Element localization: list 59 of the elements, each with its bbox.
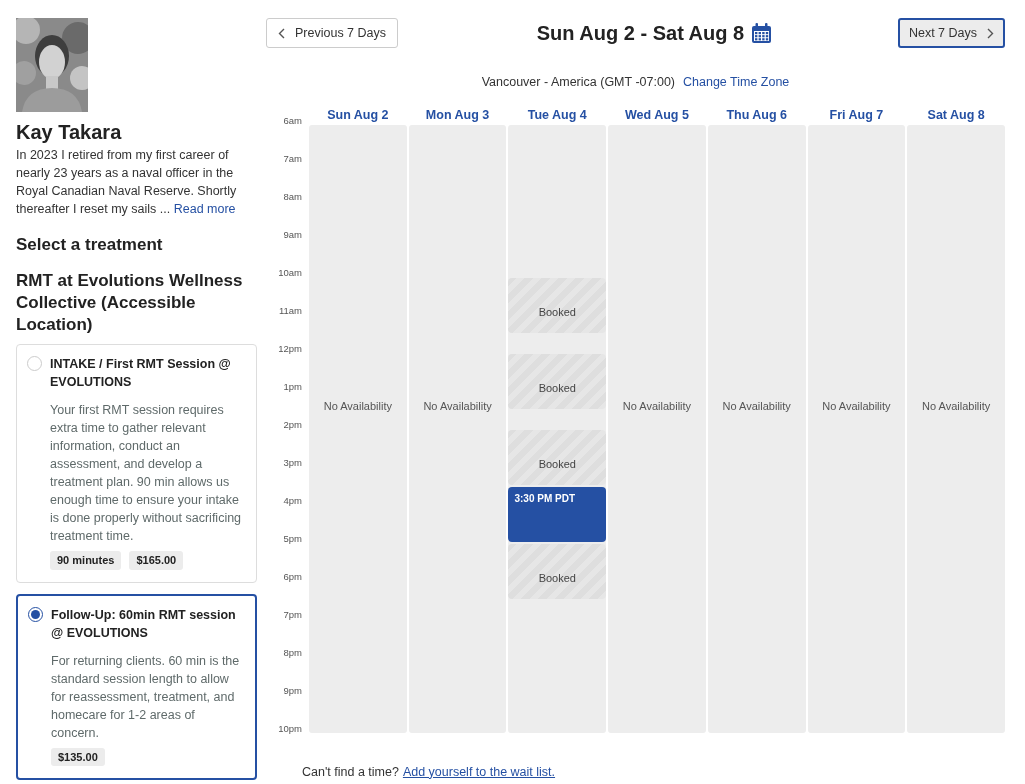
chevron-right-icon <box>987 27 994 39</box>
time-label: 6pm <box>282 570 303 584</box>
waitlist-prompt: Can't find a time? <box>302 764 399 779</box>
location-heading: RMT at Evolutions Wellness Collective (Accessible Location) <box>16 270 244 336</box>
booked-slot: Booked <box>508 353 607 409</box>
day-header: Tue Aug 4 <box>526 106 588 124</box>
treatment-name: INTAKE / First RMT Session @ EVOLUTIONS <box>50 356 232 391</box>
booked-slot: Booked <box>508 429 607 485</box>
time-label: 2pm <box>282 418 303 432</box>
time-label: 11am <box>277 304 303 318</box>
treatment-card[interactable]: Follow-Up: 60min RMT session @ EVOLUTIONS For returning clients. 60 min is the standard session length to allow for reassessment, treatment, and homecare for 1-2 areas of concern. $135.00 <box>16 593 257 780</box>
day-header: Thu Aug 6 <box>725 106 788 124</box>
previous-week-button[interactable]: Previous 7 Days <box>266 18 398 48</box>
time-label: 8pm <box>282 646 303 660</box>
day-header: Mon Aug 3 <box>424 106 491 124</box>
time-slot-button[interactable]: 3:30 PM PDT <box>508 486 607 542</box>
availability-status: No Availability <box>322 398 393 414</box>
availability-status: No Availability <box>621 398 693 414</box>
therapist-name: Kay Takara <box>16 120 123 144</box>
info-tag: $135.00 <box>51 747 105 766</box>
section-heading: Select a treatment <box>16 234 164 256</box>
time-label: 3pm <box>282 456 303 470</box>
day-header: Fri Aug 7 <box>828 106 885 124</box>
availability-status: No Availability <box>721 398 792 414</box>
treatment-card[interactable] <box>16 344 257 583</box>
time-label: 1pm <box>282 380 303 394</box>
time-label: 12pm <box>277 342 303 356</box>
time-label: 6am <box>282 114 303 128</box>
next-week-button[interactable]: Next 7 Days <box>897 18 1005 48</box>
time-label: 4pm <box>282 494 303 508</box>
time-label: 8am <box>282 190 303 204</box>
booked-slot: Booked <box>508 277 607 333</box>
waitlist-link[interactable]: Add yourself to the wait list. <box>402 764 556 779</box>
calendar-icon[interactable] <box>752 23 772 43</box>
day-header: Sun Aug 2 <box>326 106 390 124</box>
chevron-left-icon <box>278 27 285 39</box>
info-tag: 90 minutes <box>50 551 122 570</box>
time-label: 10am <box>277 266 303 280</box>
read-more-link[interactable]: Read more <box>173 202 236 216</box>
availability-status: No Availability <box>921 398 992 414</box>
time-label: 7pm <box>282 608 303 622</box>
time-label: 7am <box>282 152 303 166</box>
day-header: Wed Aug 5 <box>624 106 690 124</box>
treatment-name: Follow-Up: 60min RMT session @ EVOLUTIONS <box>51 606 237 642</box>
day-header: Sat Aug 8 <box>926 106 986 124</box>
booked-slot: Booked <box>508 543 607 599</box>
treatment-description: For returning clients. 60 min is the standard session length to allow for reassessment, treatment, and homecare for 1-2 areas of concern. <box>51 652 241 742</box>
week-range-title: Sun Aug 2 - Sat Aug 8 <box>536 21 745 46</box>
availability-status: No Availability <box>422 398 493 414</box>
treatment-description: Your first RMT session requires extra time to gather relevant information, conduct an assessment, and develop a treatment plan. 90 min allows us enough time to ensure your intake is done properly without sacrificing treatment time. <box>50 402 243 545</box>
info-tag: $165.00 <box>129 551 184 570</box>
timezone-label: Vancouver - America (GMT -07:00) <box>481 74 675 91</box>
change-timezone-link[interactable]: Change Time Zone <box>683 73 790 92</box>
time-label: 9pm <box>282 684 303 698</box>
time-label: 10pm <box>277 722 303 736</box>
time-label: 9am <box>282 228 303 242</box>
time-label: 5pm <box>282 532 303 546</box>
availability-status: No Availability <box>821 398 892 414</box>
bio-text: In 2023 I retired from my first career of nearly 23 years as a naval officer in the Royal Canadian Naval Reserve. Shortly thereafter I reset my sails ... Read more <box>16 147 238 218</box>
